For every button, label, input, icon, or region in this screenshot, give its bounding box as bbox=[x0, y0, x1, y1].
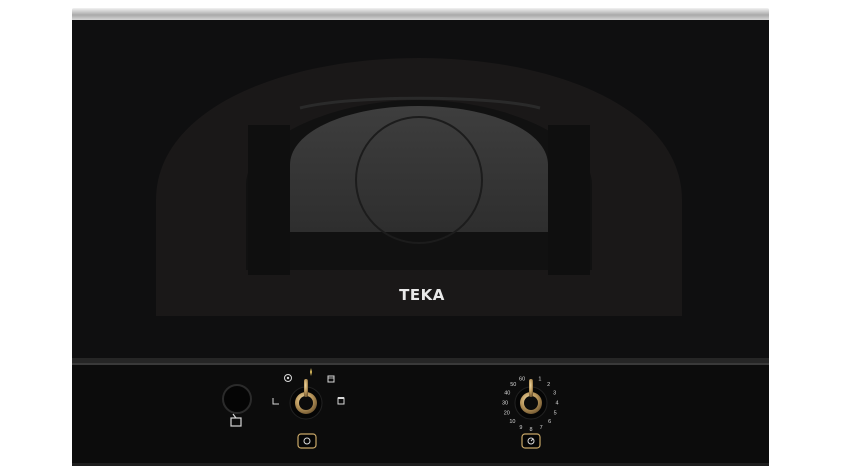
dial-mark-7: 7 bbox=[540, 425, 543, 431]
oven-window bbox=[290, 106, 548, 232]
divider-highlight bbox=[72, 363, 769, 365]
dial-mark-8: 8 bbox=[529, 427, 532, 433]
dial-mark-5: 5 bbox=[554, 411, 557, 417]
dial-mark-40: 40 bbox=[504, 390, 510, 396]
dial-mark-3: 3 bbox=[553, 390, 556, 396]
door-divider bbox=[72, 358, 769, 363]
dial-mark-30: 30 bbox=[502, 400, 508, 406]
control-panel bbox=[72, 365, 769, 465]
dial-mark-50: 50 bbox=[510, 382, 516, 388]
timer-button[interactable] bbox=[521, 433, 541, 449]
microwave-oven: 123 4 567 8 9 10 20 30 405060 bbox=[72, 8, 769, 466]
dial-mark-20: 20 bbox=[504, 411, 510, 417]
bottom-edge bbox=[72, 463, 769, 466]
window-side-left bbox=[248, 125, 290, 275]
dial-mark-60: 60 bbox=[519, 377, 525, 383]
door-open-button[interactable] bbox=[222, 384, 252, 414]
brand-logo: TEKA bbox=[399, 286, 445, 304]
power-button[interactable] bbox=[297, 433, 317, 449]
dial-mark-4: 4 bbox=[555, 400, 558, 406]
dial-mark-2: 2 bbox=[547, 382, 550, 388]
dial-mark-10: 10 bbox=[509, 419, 515, 425]
dial-mark-1: 1 bbox=[538, 377, 541, 383]
dial-mark-6: 6 bbox=[548, 419, 551, 425]
window-side-right bbox=[548, 125, 590, 275]
dial-mark-9: 9 bbox=[519, 425, 522, 431]
top-trim bbox=[72, 8, 769, 22]
